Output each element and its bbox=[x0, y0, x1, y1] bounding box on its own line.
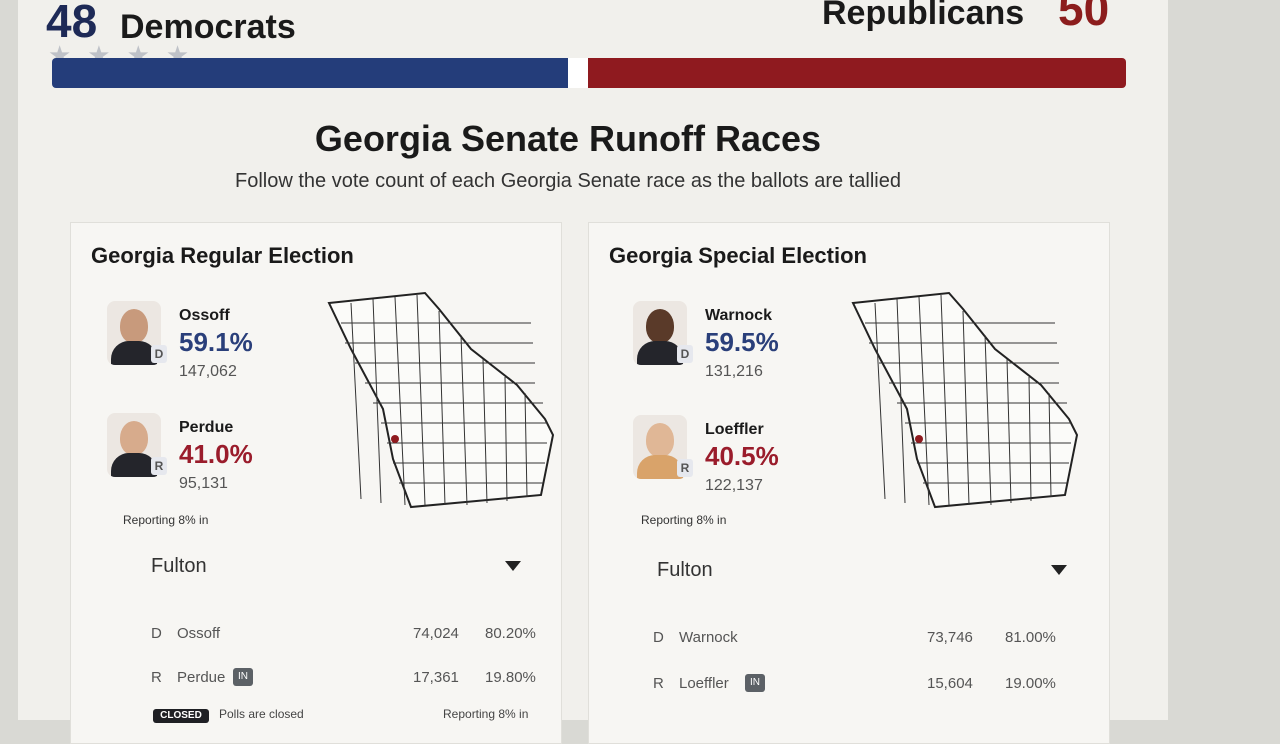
candidate-percent: 59.5% bbox=[705, 327, 779, 357]
race-title: Georgia Regular Election bbox=[91, 243, 354, 268]
reporting-status: Reporting 8% in bbox=[123, 513, 209, 527]
candidate-perdue[interactable]: R Perdue 41.0% 95,131 bbox=[107, 413, 307, 503]
reporting-footer: Reporting 8% in bbox=[443, 707, 529, 721]
rep-seat-count: 50 bbox=[1058, 0, 1110, 35]
undecided-bar-segment bbox=[567, 58, 588, 88]
senate-balance-bar bbox=[52, 58, 1126, 88]
closed-badge: CLOSED bbox=[153, 709, 209, 723]
county-select[interactable]: Fulton bbox=[131, 545, 521, 591]
row-percent: 19.00% bbox=[1005, 675, 1056, 692]
county-highlight bbox=[915, 435, 923, 443]
chevron-down-icon[interactable] bbox=[505, 561, 521, 571]
candidate-votes: 95,131 bbox=[179, 475, 228, 492]
row-name: Loeffler bbox=[679, 675, 729, 692]
candidate-warnock[interactable]: D Warnock 59.5% 131,216 bbox=[633, 301, 833, 391]
dem-bar-segment bbox=[52, 58, 568, 88]
candidate-name: Perdue bbox=[179, 419, 234, 436]
incumbent-badge-icon: IN bbox=[745, 674, 765, 692]
race-title: Georgia Special Election bbox=[609, 243, 867, 268]
candidate-name: Loeffler bbox=[705, 421, 764, 438]
row-party: R bbox=[653, 675, 664, 692]
party-badge: R bbox=[677, 459, 693, 477]
race-card-special: Georgia Special Election D Warnock 59.5%… bbox=[588, 222, 1110, 744]
reporting-status: Reporting 8% in bbox=[641, 513, 727, 527]
row-name: Warnock bbox=[679, 629, 738, 646]
chevron-down-icon[interactable] bbox=[1051, 565, 1067, 575]
candidate-name: Ossoff bbox=[179, 307, 230, 324]
incumbent-badge-icon: IN bbox=[233, 668, 253, 686]
dem-seat-count: 48 bbox=[46, 0, 98, 47]
candidate-votes: 131,216 bbox=[705, 363, 763, 380]
candidate-ossoff[interactable]: D Ossoff 59.1% 147,062 bbox=[107, 301, 307, 391]
candidate-percent: 59.1% bbox=[179, 327, 253, 357]
polls-status: Polls are closed bbox=[219, 707, 304, 721]
row-percent: 80.20% bbox=[485, 625, 536, 642]
row-party: R bbox=[151, 669, 162, 686]
page-title: Georgia Senate Runoff Races bbox=[314, 118, 822, 159]
georgia-county-map[interactable] bbox=[321, 289, 561, 519]
row-votes: 17,361 bbox=[413, 669, 459, 686]
county-select[interactable]: Fulton bbox=[637, 549, 1067, 595]
row-name: Perdue bbox=[177, 669, 226, 686]
county-select-value: Fulton bbox=[657, 559, 713, 581]
georgia-county-map[interactable] bbox=[845, 289, 1085, 519]
page: ★★★★ 48 Democrats Republicans 50 Georgia… bbox=[18, 0, 1168, 744]
rep-label: Republicans bbox=[822, 0, 1025, 32]
candidate-votes: 147,062 bbox=[179, 363, 237, 380]
row-party: D bbox=[151, 625, 162, 642]
county-row: D Ossoff 74,024 80.20% bbox=[151, 625, 536, 649]
candidate-name: Warnock bbox=[705, 307, 772, 324]
race-card-regular: Georgia Regular Election D Ossoff 59.1% … bbox=[70, 222, 562, 744]
rep-bar-segment bbox=[587, 58, 1126, 88]
row-percent: 81.00% bbox=[1005, 629, 1056, 646]
row-votes: 73,746 bbox=[927, 629, 973, 646]
county-row: R Loeffler IN 15,604 19.00% bbox=[653, 674, 1056, 699]
candidate-percent: 41.0% bbox=[179, 439, 253, 469]
row-votes: 15,604 bbox=[927, 675, 973, 692]
row-votes: 74,024 bbox=[413, 625, 459, 642]
party-badge: R bbox=[151, 457, 167, 475]
party-badge: D bbox=[677, 345, 693, 363]
row-percent: 19.80% bbox=[485, 669, 536, 686]
candidate-votes: 122,137 bbox=[705, 477, 763, 494]
county-row: R Perdue IN 17,361 19.80% bbox=[151, 668, 536, 693]
dem-label: Democrats bbox=[120, 8, 296, 46]
candidate-loeffler[interactable]: R Loeffler 40.5% 122,137 bbox=[633, 415, 833, 505]
page-subtitle: Follow the vote count of each Georgia Se… bbox=[235, 170, 901, 192]
row-party: D bbox=[653, 629, 664, 646]
county-select-value: Fulton bbox=[151, 555, 207, 577]
row-name: Ossoff bbox=[177, 625, 221, 642]
candidate-percent: 40.5% bbox=[705, 441, 779, 471]
party-badge: D bbox=[151, 345, 167, 363]
county-highlight bbox=[391, 435, 399, 443]
county-row: D Warnock 73,746 81.00% bbox=[653, 629, 1056, 653]
